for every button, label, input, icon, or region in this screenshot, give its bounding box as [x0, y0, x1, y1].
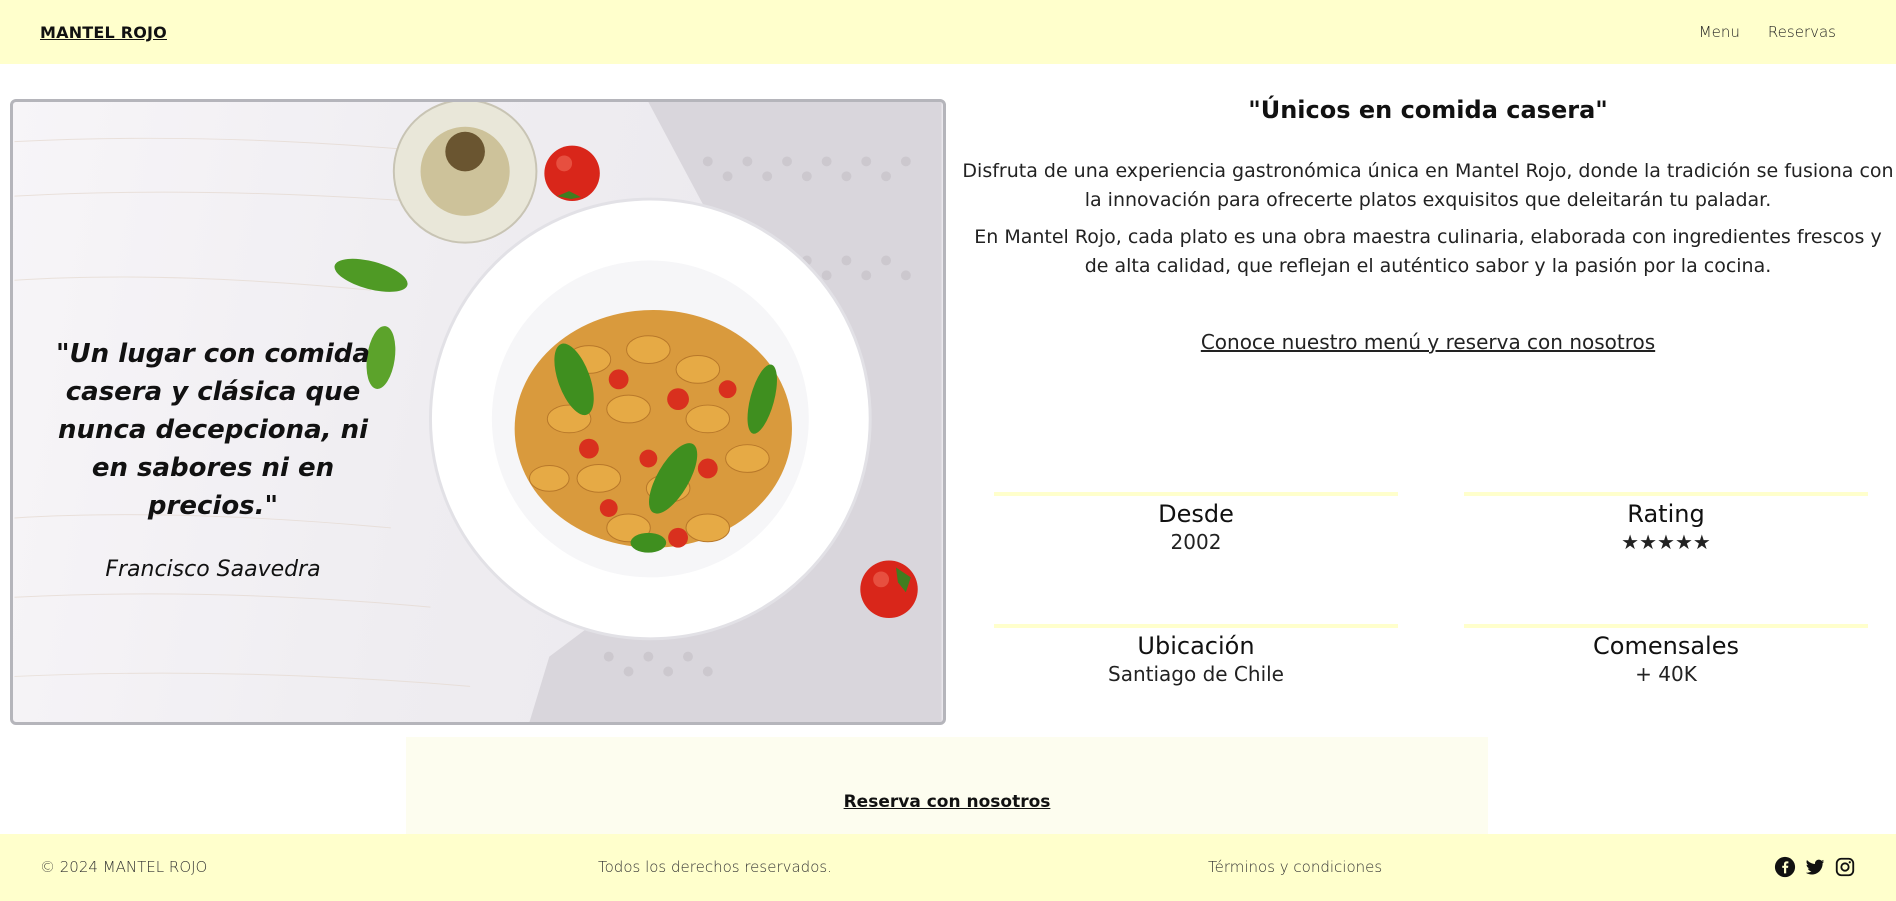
stat-label: Ubicación: [1137, 632, 1255, 660]
stat-value: + 40K: [1635, 662, 1697, 686]
stat-rating: Rating ★★★★★: [1464, 492, 1868, 554]
stat-label: Desde: [1158, 500, 1234, 528]
footer-copyright: © 2024 MANTEL ROJO: [40, 858, 208, 876]
menu-reserve-link[interactable]: Conoce nuestro menú y reserva con nosotr…: [960, 330, 1896, 354]
stat-desde: Desde 2002: [994, 492, 1398, 554]
intro-paragraph-2: En Mantel Rojo, cada plato es una obra m…: [974, 226, 1882, 277]
main-nav: Menu Reservas: [1699, 23, 1836, 41]
instagram-icon[interactable]: [1834, 856, 1856, 878]
testimonial-author: Francisco Saavedra: [105, 557, 321, 582]
stat-value: 2002: [1170, 530, 1222, 554]
nav-item-reservas[interactable]: Reservas: [1768, 23, 1836, 41]
rating-stars: ★★★★★: [1621, 530, 1711, 554]
testimonial-quote: "Un lugar con comida casera y clásica qu…: [56, 339, 370, 521]
site-header: MANTEL ROJO Menu Reservas: [0, 0, 1896, 64]
social-links: [1774, 856, 1856, 878]
site-footer: © 2024 MANTEL ROJO Todos los derechos re…: [0, 834, 1896, 901]
page-title: "Únicos en comida casera": [1248, 96, 1608, 124]
intro-paragraph-1: Disfruta de una experiencia gastronómica…: [962, 160, 1894, 211]
reserve-link[interactable]: Reserva con nosotros: [844, 792, 1051, 812]
stat-label: Rating: [1627, 500, 1705, 528]
brand-logo-link[interactable]: MANTEL ROJO: [40, 23, 167, 42]
facebook-icon[interactable]: [1774, 856, 1796, 878]
footer-terms-link[interactable]: Términos y condiciones: [1208, 858, 1382, 876]
intro-section: "Únicos en comida casera" Disfruta de un…: [960, 96, 1896, 354]
twitter-icon[interactable]: [1804, 856, 1826, 878]
stat-comensales: Comensales + 40K: [1464, 624, 1868, 686]
stat-value: Santiago de Chile: [1108, 662, 1284, 686]
reserve-banner: Reserva con nosotros: [406, 737, 1488, 834]
stat-ubicacion: Ubicación Santiago de Chile: [994, 624, 1398, 686]
footer-rights: Todos los derechos reservados.: [598, 858, 832, 876]
hero-image: "Un lugar con comida casera y clásica qu…: [10, 99, 946, 725]
stat-label: Comensales: [1593, 632, 1739, 660]
nav-item-menu[interactable]: Menu: [1699, 23, 1740, 41]
